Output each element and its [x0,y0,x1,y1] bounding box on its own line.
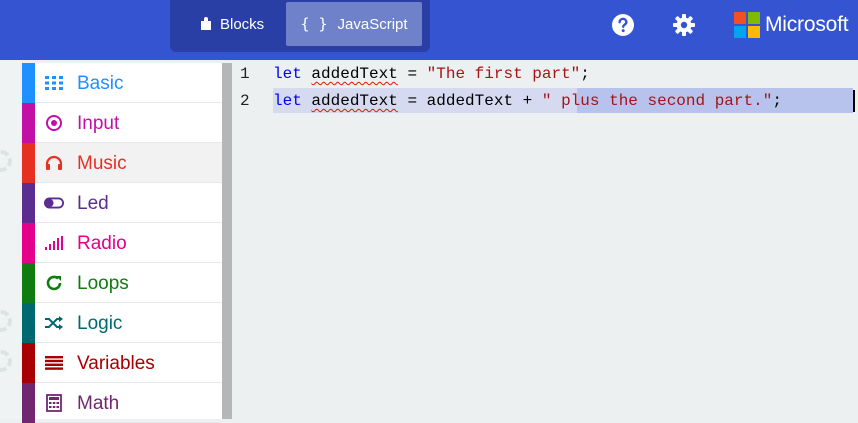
line-number: 2 [240,92,250,110]
list-icon [44,353,64,373]
category-label: Loops [77,273,129,294]
category-color-stripe [22,143,35,183]
toolbox-category-music[interactable]: Music [22,143,222,183]
javascript-label: JavaScript [337,15,408,33]
settings-button[interactable] [671,12,697,38]
code-editor[interactable]: 1 let addedText = "The first part"; 2 let a… [232,60,858,419]
code-text: let addedText = "The first part"; [273,61,590,88]
identifier-token: addedText [311,65,398,83]
operator-token: = addedText + [397,92,542,110]
category-label: Radio [77,233,127,254]
signal-icon [44,233,64,253]
semicolon-token: ; [772,92,782,110]
keyword-token: let [273,92,302,110]
toolbox-category-led[interactable]: Led [22,183,222,223]
toolbox-category-logic[interactable]: Logic [22,303,222,343]
blocks-tab[interactable]: Blocks [184,2,284,46]
gear-icon [673,14,695,36]
toolbox-category-variables[interactable]: Variables [22,343,222,383]
category-color-stripe [22,63,35,103]
string-token: "The first part" [426,65,581,83]
help-button[interactable] [610,12,636,38]
keyword-token: let [273,65,302,83]
line-number: 1 [240,65,250,83]
toolbox-category-basic[interactable]: Basic [22,63,222,103]
toolbox: Basic Input Music Led Radio Loops Logic Variabl… [22,63,222,423]
string-token: " plus the second part." [541,92,773,110]
category-color-stripe [22,383,35,423]
toolbox-category-math[interactable]: Math [22,383,222,423]
code-line[interactable]: 1 let addedText = "The first part"; [232,61,858,88]
category-color-stripe [22,103,35,143]
operator-token: = [397,65,427,83]
target-icon [44,113,64,133]
shuffle-icon [44,313,64,333]
grid-icon [44,73,64,93]
braces-icon: { } [300,15,328,33]
category-label: Music [77,153,127,174]
category-color-stripe [22,223,35,263]
toggle-icon [44,193,64,213]
puzzle-icon [200,17,212,31]
help-circle-icon [612,14,634,36]
toolbox-category-radio[interactable]: Radio [22,223,222,263]
category-label: Led [77,193,109,214]
semicolon-token: ; [580,65,590,83]
workspace-edge [0,60,22,419]
category-color-stripe [22,303,35,343]
category-label: Input [77,113,120,134]
decor-gear-icon [0,310,12,332]
identifier-token: addedText [311,92,398,110]
headphones-icon [44,153,64,173]
toolbox-splitter[interactable] [222,63,232,419]
decor-gear-icon [0,350,12,372]
category-color-stripe [22,183,35,223]
javascript-tab[interactable]: { } JavaScript [286,2,422,46]
category-label: Logic [77,313,123,334]
category-label: Math [77,393,120,414]
toolbox-category-input[interactable]: Input [22,103,222,143]
category-color-stripe [22,263,35,303]
text-cursor [853,90,855,112]
top-bar: Blocks { } JavaScript Microsoft [0,0,858,60]
microsoft-wordmark: Microsoft [765,13,849,36]
refresh-icon [44,273,64,293]
category-label: Basic [77,73,124,94]
toolbox-category-loops[interactable]: Loops [22,263,222,303]
microsoft-logo[interactable]: Microsoft [734,12,849,38]
calculator-icon [44,393,64,413]
decor-gear-icon [0,150,12,172]
editor-toggle: Blocks { } JavaScript [170,0,430,52]
category-color-stripe [22,343,35,383]
microsoft-icon [734,12,760,38]
category-label: Variables [77,353,155,374]
code-line[interactable]: 2 let addedText = addedText + " plus the … [232,88,858,115]
code-text: let addedText = addedText + " plus the s… [273,88,782,115]
blocks-label: Blocks [220,15,265,33]
